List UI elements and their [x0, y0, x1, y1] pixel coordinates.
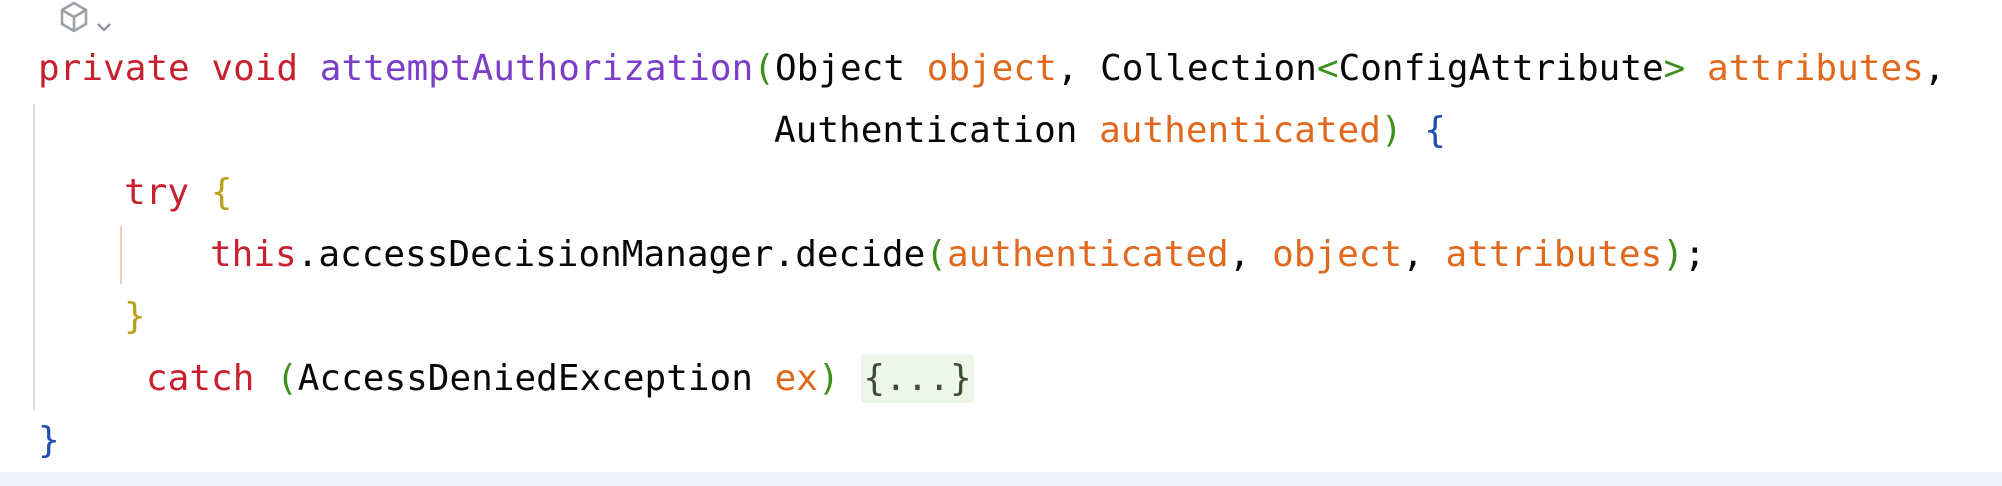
- param-object: object: [926, 48, 1057, 89]
- type-authentication: Authentication: [774, 110, 1078, 151]
- param-attributes: attributes: [1707, 48, 1924, 89]
- param-authenticated: authenticated: [1099, 110, 1381, 151]
- param-ex: ex: [774, 358, 818, 399]
- try-close-brace: }: [124, 296, 146, 337]
- call-open-paren: (: [925, 234, 947, 275]
- close-paren: ): [1380, 110, 1403, 151]
- code-line-2[interactable]: Authentication authenticated) {: [774, 100, 1446, 162]
- comma: ,: [1228, 234, 1251, 275]
- indent-guide-method: [33, 104, 35, 410]
- keyword-catch: catch: [146, 358, 255, 399]
- type-collection: Collection: [1100, 48, 1317, 89]
- code-line-4[interactable]: this.accessDecisionManager.decide(authen…: [210, 224, 1706, 286]
- comma: ,: [1056, 48, 1079, 89]
- type-access-denied-exception: AccessDeniedException: [297, 358, 753, 399]
- semicolon: ;: [1683, 234, 1706, 275]
- keyword-void: void: [211, 48, 299, 89]
- comma: ,: [1402, 234, 1424, 275]
- generic-close: >: [1663, 48, 1686, 89]
- try-open-brace: {: [210, 172, 233, 213]
- editor-bottom-strip: [0, 472, 2002, 486]
- keyword-this: this: [210, 234, 297, 275]
- code-line-6[interactable]: catch (AccessDeniedException ex) {...}: [146, 348, 974, 410]
- code-line-5[interactable]: }: [124, 286, 146, 348]
- arg-object: object: [1272, 234, 1403, 275]
- code-line-7[interactable]: }: [38, 410, 60, 472]
- code-editor[interactable]: private void attemptAuthorization(Object…: [0, 0, 2002, 486]
- code-line-3[interactable]: try {: [124, 162, 232, 224]
- method-close-brace: }: [38, 420, 60, 461]
- method-call: .accessDecisionManager.decide: [296, 234, 926, 275]
- ai-assistant-icon[interactable]: [58, 0, 90, 43]
- arg-attributes: attributes: [1445, 234, 1663, 275]
- catch-close-paren: ): [817, 358, 840, 399]
- type-config-attribute: ConfigAttribute: [1338, 48, 1664, 89]
- open-paren: (: [753, 48, 775, 89]
- code-line-1[interactable]: private void attemptAuthorization(Object…: [38, 38, 1945, 100]
- catch-open-paren: (: [276, 358, 298, 399]
- type-object: Object: [774, 48, 906, 89]
- arg-authenticated: authenticated: [946, 234, 1229, 275]
- generic-open: <: [1316, 48, 1339, 89]
- method-open-brace: {: [1424, 110, 1446, 151]
- keyword-private: private: [38, 48, 190, 89]
- keyword-try: try: [124, 172, 190, 213]
- folded-code-block[interactable]: {...}: [861, 354, 974, 403]
- chevron-down-icon[interactable]: [96, 1, 112, 42]
- call-close-paren: ): [1662, 234, 1684, 275]
- method-name: attemptAuthorization: [319, 48, 754, 89]
- gutter-ai-assistant-menu[interactable]: [58, 1, 128, 38]
- comma: ,: [1923, 48, 1946, 89]
- indent-guide-try: [120, 226, 122, 284]
